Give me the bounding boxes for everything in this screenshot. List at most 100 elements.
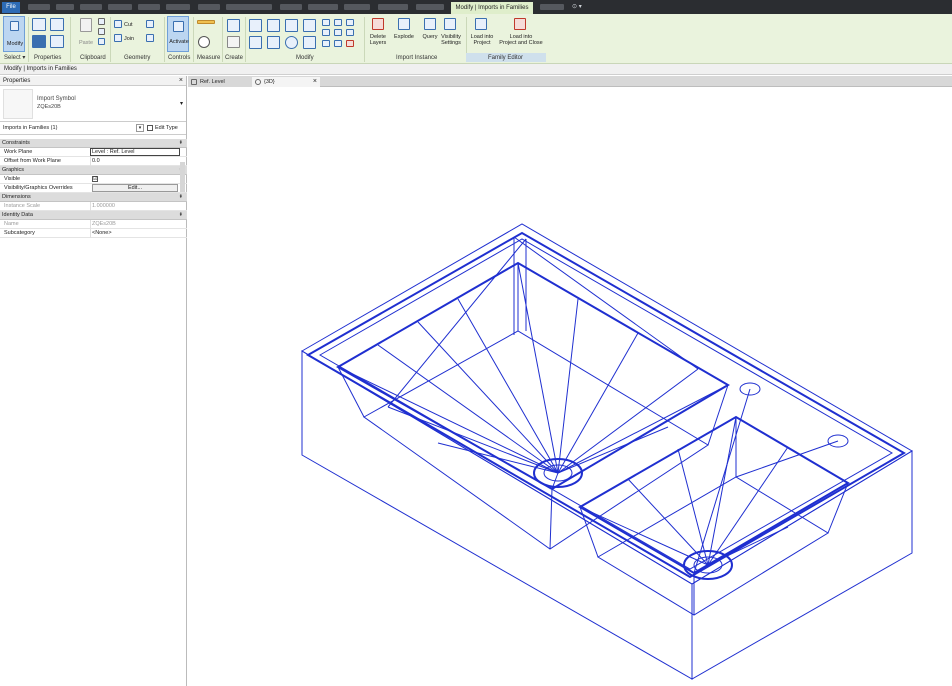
tab-obscured-3[interactable] [80,4,102,10]
type-name: ZQEs20B [37,104,61,110]
collapse-icon[interactable]: ⇞ [179,211,183,220]
group-constraints[interactable]: Constraints ⇞ [0,139,187,148]
rotate-icon[interactable] [285,36,298,49]
delete-layers-button[interactable]: Delete Layers [367,34,389,46]
tab-obscured-1[interactable] [28,4,50,10]
panel-measure: Measure [197,55,221,61]
tab-obscured-10[interactable] [308,4,338,10]
tab-obscured-9[interactable] [280,4,302,10]
properties-scrollbar[interactable] [180,162,185,192]
unpin-icon[interactable] [334,40,342,47]
create-similar-icon[interactable] [227,19,240,32]
create-group-icon[interactable] [227,36,240,48]
visibility-settings-button[interactable]: Visibility Settings [439,34,463,46]
match-type-icon[interactable] [98,38,105,45]
join-button[interactable]: Join [124,36,134,42]
row-offset: Offset from Work Plane 0.0 [0,157,187,166]
instance-filter[interactable]: Imports in Families (1) ▾ Edit Type [0,122,186,135]
cut-button[interactable]: Cut [124,22,133,28]
family-types-icon[interactable] [50,18,64,31]
panel-create: Create [225,55,244,61]
split-face-icon[interactable] [146,34,154,42]
load-into-project-close-icon[interactable] [514,18,526,30]
explode-icon[interactable] [398,18,410,30]
panel-properties: Properties [34,55,62,61]
load-into-project-close-button[interactable]: Load into Project and Close [497,34,545,46]
tab-obscured-14[interactable] [540,4,564,10]
tab-modify-imports[interactable]: Modify | Imports in Families [451,2,533,14]
paste-icon[interactable] [80,18,92,32]
scale-icon[interactable] [334,29,342,36]
load-into-project-button[interactable]: Load into Project [468,34,496,46]
vg-edit-button[interactable]: Edit... [92,184,178,192]
activate-controls-icon [173,21,184,32]
subcategory-value[interactable]: <None> [90,229,180,238]
tab-obscured-8[interactable] [226,4,272,10]
view-tab-ref-level[interactable]: Ref. Level [188,77,252,87]
wall-joins-icon[interactable] [146,20,154,28]
modify-button[interactable]: Modify [3,16,25,52]
close-view-icon[interactable]: × [313,77,317,87]
delete-icon[interactable] [346,40,354,47]
join-geometry-icon [114,34,122,42]
collapse-icon[interactable]: ⇞ [179,193,183,202]
chevron-down-icon[interactable]: ▾ [136,124,144,132]
work-plane-value[interactable]: Level : Ref. Level [90,148,180,156]
split-icon[interactable] [322,19,330,26]
tab-file[interactable]: File [2,2,20,13]
load-into-project-icon[interactable] [475,18,487,30]
family-category-icon[interactable] [50,35,64,48]
array-icon[interactable] [322,29,330,36]
group-dimensions[interactable]: Dimensions ⇞ [0,193,187,202]
row-work-plane: Work Plane Level : Ref. Level [0,148,187,157]
pin-icon[interactable] [322,40,330,47]
view-tab-bar: Ref. Level {3D} × [188,76,952,87]
row-name: Name ZQEs20B [0,220,187,229]
trim-multiple-icon[interactable] [346,29,354,36]
trim-single-icon[interactable] [346,19,354,26]
type-selector[interactable]: Import Symbol ZQEs20B ▾ [0,86,186,122]
tab-obscured-7[interactable] [198,4,220,10]
tab-obscured-13[interactable] [416,4,444,10]
measure-tape-icon[interactable] [197,20,215,24]
cursor-icon [10,21,19,31]
copy-icon[interactable] [98,28,105,35]
align-icon[interactable] [249,19,262,32]
visible-checkbox[interactable]: ☑ [92,176,98,182]
tab-obscured-5[interactable] [138,4,160,10]
properties-palette-icon[interactable] [32,35,46,48]
query-button[interactable]: Query [420,34,440,40]
tab-obscured-11[interactable] [344,4,370,10]
offset-value[interactable]: 0.0 [90,157,180,166]
type-properties-icon[interactable] [32,18,46,31]
group-identity[interactable]: Identity Data ⇞ [0,211,187,220]
copy-element-icon[interactable] [267,36,280,49]
offset-icon[interactable] [267,19,280,32]
delete-layers-icon[interactable] [372,18,384,30]
visibility-settings-icon[interactable] [444,18,456,30]
close-icon[interactable]: × [179,76,183,86]
tab-obscured-12[interactable] [378,4,408,10]
3d-view-canvas[interactable] [188,87,952,686]
activate-button[interactable]: Activate [167,16,189,52]
collapse-icon[interactable]: ⇞ [179,139,183,148]
edit-type-button[interactable]: Edit Type [147,123,183,133]
contextual-tab-dropdown[interactable]: ⊙ ▾ [572,3,582,11]
tab-obscured-6[interactable] [166,4,190,10]
query-icon[interactable] [424,18,436,30]
split-gap-icon[interactable] [334,19,342,26]
mirror-draw-icon[interactable] [303,19,316,32]
view-tab-3d[interactable]: {3D} × [252,77,320,87]
dimension-icon[interactable] [198,36,210,48]
group-graphics[interactable]: Graphics⇞ [0,166,187,175]
tab-obscured-4[interactable] [108,4,132,10]
chevron-down-icon[interactable]: ▾ [180,100,183,107]
type-preview-image [3,89,33,119]
mirror-axis-icon[interactable] [285,19,298,32]
move-icon[interactable] [249,36,262,49]
explode-button[interactable]: Explode [391,34,417,40]
panel-select[interactable]: Select ▾ [4,54,25,62]
trim-extend-icon[interactable] [303,36,316,49]
tab-obscured-2[interactable] [56,4,74,10]
cut-clipboard-icon[interactable] [98,18,105,25]
